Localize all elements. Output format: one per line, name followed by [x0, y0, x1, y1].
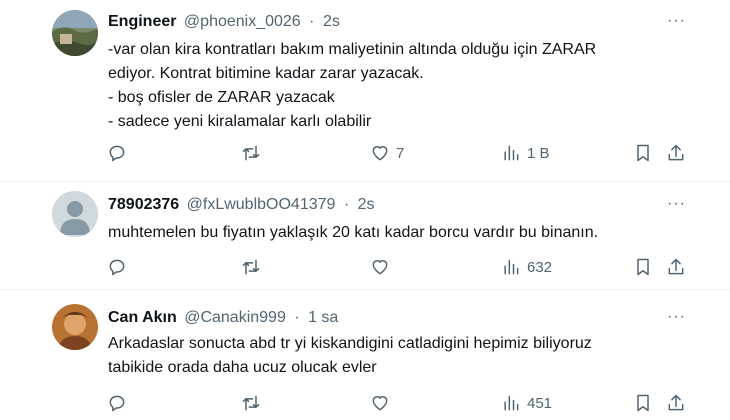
- tweet-header: 78902376 @fxLwublbOO41379 · 2s: [108, 195, 375, 215]
- view-count: 1 B: [527, 144, 550, 162]
- tweet-line: - boş ofisler de ZARAR yazacak: [108, 89, 335, 106]
- tweet-header: Can Akın @Canakin999 · 1 sa: [108, 308, 338, 328]
- tweet-header: Engineer @phoenix_0026 · 2s: [108, 12, 340, 32]
- like-button[interactable]: [370, 256, 390, 278]
- like-count: 7: [396, 144, 405, 162]
- author-handle[interactable]: @Canakin999: [184, 309, 286, 326]
- avatar[interactable]: [52, 191, 98, 237]
- like-button[interactable]: [370, 392, 390, 414]
- more-options-icon[interactable]: ···: [667, 308, 686, 326]
- bookmark-button[interactable]: [633, 392, 653, 414]
- tweet-line: -var olan kira kontratları bakım maliyet…: [108, 41, 597, 58]
- retweet-button[interactable]: [241, 256, 261, 278]
- action-bar: 632: [0, 256, 730, 278]
- views-button[interactable]: 1 B: [501, 142, 550, 164]
- reply-button[interactable]: [107, 142, 127, 164]
- views-chart-icon: [504, 145, 519, 161]
- views-chart-icon: [504, 395, 519, 411]
- more-options-icon[interactable]: ···: [667, 195, 686, 213]
- bookmark-button[interactable]: [633, 142, 653, 164]
- share-icon: [668, 394, 684, 411]
- heart-icon: [372, 260, 388, 275]
- reply-button[interactable]: [107, 392, 127, 414]
- retweet-icon: [242, 395, 260, 411]
- heart-icon: [372, 146, 388, 161]
- action-bar: 7 1 B: [0, 142, 730, 164]
- bookmark-icon: [637, 394, 649, 412]
- bookmark-icon: [637, 144, 649, 162]
- reply-button[interactable]: [107, 256, 127, 278]
- view-count: 451: [527, 394, 553, 412]
- retweet-button[interactable]: [241, 142, 261, 164]
- tweet-3[interactable]: Can Akın @Canakin999 · 1 sa ··· Arkadasl…: [0, 290, 730, 420]
- view-count: 632: [527, 258, 553, 276]
- author-handle[interactable]: @fxLwublbOO41379: [187, 196, 336, 213]
- share-button[interactable]: [666, 256, 686, 278]
- share-button[interactable]: [666, 142, 686, 164]
- tweet-line: - sadece yeni kiralamalar karlı olabilir: [108, 113, 372, 130]
- share-button[interactable]: [666, 392, 686, 414]
- separator-dot: ·: [343, 196, 350, 213]
- timestamp[interactable]: 2s: [358, 196, 375, 213]
- heart-icon: [372, 396, 388, 411]
- tweet-2[interactable]: 78902376 @fxLwublbOO41379 · 2s ··· muhte…: [0, 182, 730, 290]
- tweet-1[interactable]: Engineer @phoenix_0026 · 2s ··· -var ola…: [0, 0, 730, 182]
- more-options-icon[interactable]: ···: [667, 12, 686, 30]
- tweet-line: ediyor. Kontrat bitimine kadar zarar yaz…: [108, 65, 424, 82]
- reply-icon: [109, 259, 125, 276]
- separator-dot: ·: [309, 13, 315, 30]
- tweet-line: Arkadaslar sonucta abd tr yi kiskandigin…: [108, 335, 592, 352]
- share-icon: [668, 258, 684, 275]
- tweet-text: Arkadaslar sonucta abd tr yi kiskandigin…: [108, 332, 668, 380]
- separator-dot: ·: [294, 309, 300, 326]
- retweet-button[interactable]: [241, 392, 261, 414]
- author-name[interactable]: Engineer: [108, 13, 176, 30]
- action-bar: 451: [0, 392, 730, 414]
- timestamp[interactable]: 1 sa: [308, 309, 338, 326]
- tweet-line: muhtemelen bu fiyatın yaklaşık 20 katı k…: [108, 224, 599, 241]
- bookmark-button[interactable]: [633, 256, 653, 278]
- bookmark-icon: [637, 258, 649, 276]
- retweet-icon: [242, 259, 260, 275]
- views-chart-icon: [504, 259, 519, 275]
- tweet-text: muhtemelen bu fiyatın yaklaşık 20 katı k…: [108, 221, 668, 245]
- retweet-icon: [242, 145, 260, 161]
- views-button[interactable]: 451: [501, 392, 552, 414]
- share-icon: [668, 144, 684, 161]
- avatar[interactable]: [52, 304, 98, 350]
- reply-icon: [109, 395, 125, 412]
- timestamp[interactable]: 2s: [323, 13, 340, 30]
- views-button[interactable]: 632: [501, 256, 552, 278]
- avatar[interactable]: [52, 10, 98, 56]
- author-handle[interactable]: @phoenix_0026: [184, 13, 301, 30]
- author-name[interactable]: 78902376: [108, 196, 179, 213]
- like-button[interactable]: 7: [370, 142, 404, 164]
- tweet-line: tabikide orada daha ucuz olucak evler: [108, 359, 377, 376]
- tweet-text: -var olan kira kontratları bakım maliyet…: [108, 38, 668, 134]
- reply-icon: [109, 145, 125, 162]
- author-name[interactable]: Can Akın: [108, 309, 177, 326]
